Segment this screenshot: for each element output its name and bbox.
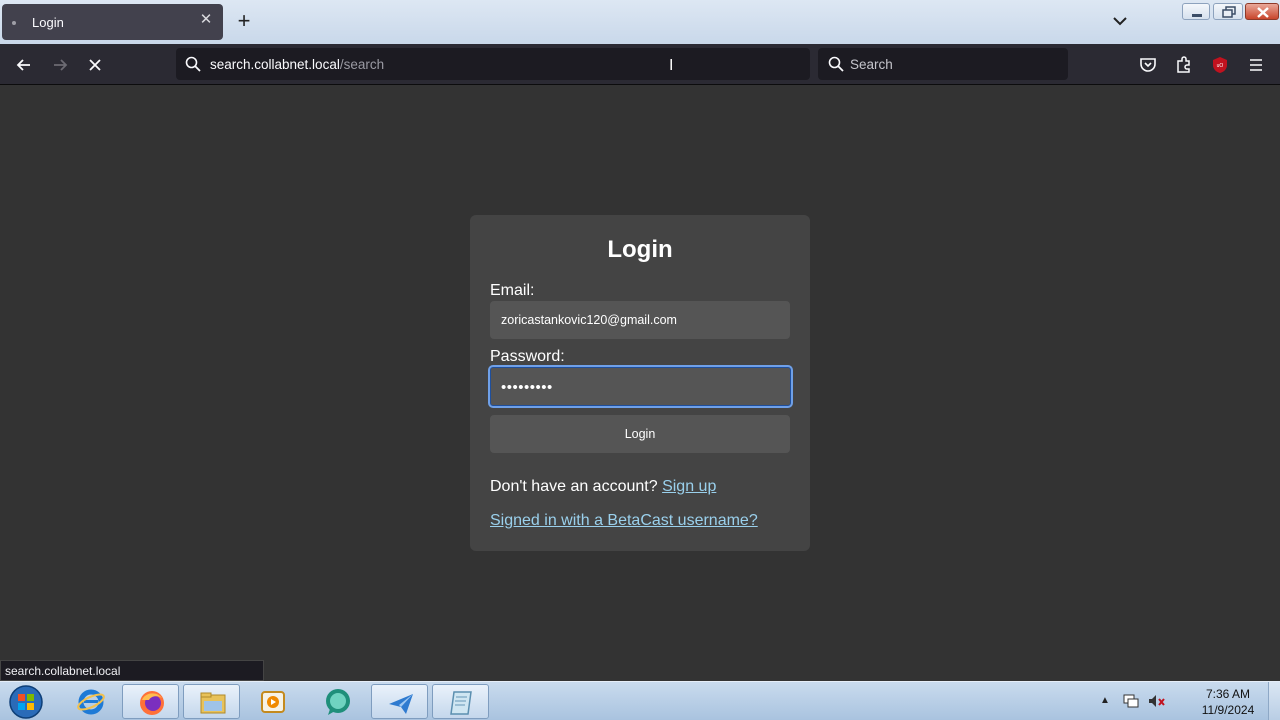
- signup-prompt: Don't have an account?: [490, 478, 658, 495]
- search-bar[interactable]: Search: [818, 48, 1068, 80]
- taskbar-mail-app[interactable]: [371, 684, 428, 719]
- taskbar-media-player[interactable]: [244, 684, 301, 719]
- search-input[interactable]: Search: [850, 57, 893, 72]
- start-button[interactable]: [6, 684, 46, 720]
- back-arrow-icon[interactable]: [13, 54, 35, 76]
- tab-loading-icon: [12, 21, 16, 25]
- password-label: Password:: [490, 348, 565, 365]
- email-label: Email:: [490, 282, 535, 299]
- tab-title: Login: [32, 15, 64, 30]
- signup-row: Don't have an account? Sign up: [490, 478, 716, 496]
- notepad-icon: [450, 691, 472, 715]
- list-all-tabs-icon[interactable]: [1110, 13, 1130, 29]
- media-player-icon: [261, 691, 285, 713]
- url-host: search.collabnet.local: [210, 57, 340, 72]
- text-cursor-icon: I: [669, 57, 674, 74]
- restore-icon: [1222, 6, 1236, 18]
- tab-login[interactable]: Login ✕: [2, 4, 223, 40]
- stop-icon[interactable]: [84, 54, 106, 76]
- new-tab-button[interactable]: +: [232, 10, 256, 34]
- hamburger-icon[interactable]: [1245, 54, 1267, 76]
- network-icon[interactable]: [1122, 693, 1140, 709]
- firefox-icon: [140, 691, 164, 715]
- browser-tab-strip: Login ✕ +: [0, 0, 1280, 44]
- clock[interactable]: 7:36 AM 11/9/2024: [1186, 686, 1270, 718]
- login-button[interactable]: Login: [490, 415, 790, 453]
- url-text[interactable]: search.collabnet.local/search: [210, 57, 384, 72]
- email-field[interactable]: zoricastankovic120@gmail.com: [490, 301, 790, 339]
- close-icon: [1257, 7, 1269, 18]
- taskbar: ▲ 7:36 AM 11/9/2024: [0, 681, 1280, 720]
- puzzle-icon[interactable]: [1173, 54, 1195, 76]
- show-desktop-button[interactable]: [1268, 682, 1280, 720]
- ublock-icon[interactable]: uO: [1209, 54, 1231, 76]
- url-path: /search: [339, 57, 385, 72]
- volume-muted-icon[interactable]: [1147, 693, 1167, 709]
- login-title: Login: [607, 236, 673, 263]
- chat-bubble-icon: [326, 689, 350, 715]
- clock-date: 11/9/2024: [1201, 703, 1255, 717]
- clock-time: 7:36 AM: [1205, 687, 1251, 701]
- window-minimize-button[interactable]: [1182, 3, 1210, 20]
- search-icon: [828, 56, 844, 72]
- paper-plane-icon: [389, 694, 413, 714]
- taskbar-teamviewer[interactable]: [309, 684, 366, 719]
- window-close-button[interactable]: [1245, 3, 1279, 20]
- taskbar-firefox[interactable]: [122, 684, 179, 719]
- tab-close-button[interactable]: ✕: [197, 11, 215, 29]
- folder-icon: [200, 692, 226, 714]
- status-bar: search.collabnet.local: [0, 660, 264, 681]
- signup-link[interactable]: Sign up: [662, 478, 716, 495]
- window-restore-button[interactable]: [1213, 3, 1243, 20]
- browser-navigation-bar: search.collabnet.local/search I Search u…: [0, 44, 1280, 85]
- url-bar[interactable]: search.collabnet.local/search: [176, 48, 810, 80]
- taskbar-notepad[interactable]: [432, 684, 489, 719]
- taskbar-file-explorer[interactable]: [183, 684, 240, 719]
- internet-explorer-icon: [77, 689, 105, 715]
- show-hidden-icons-button[interactable]: ▲: [1100, 695, 1110, 706]
- minimize-icon: [1192, 14, 1202, 17]
- password-field[interactable]: •••••••••: [488, 365, 793, 408]
- login-card: Login Email: zoricastankovic120@gmail.co…: [470, 215, 810, 551]
- pocket-icon[interactable]: [1137, 54, 1159, 76]
- search-icon: [185, 56, 201, 72]
- svg-text:uO: uO: [1217, 63, 1224, 69]
- betacast-username-link[interactable]: Signed in with a BetaCast username?: [490, 512, 758, 530]
- taskbar-internet-explorer[interactable]: [62, 684, 119, 719]
- forward-arrow-icon[interactable]: [49, 54, 71, 76]
